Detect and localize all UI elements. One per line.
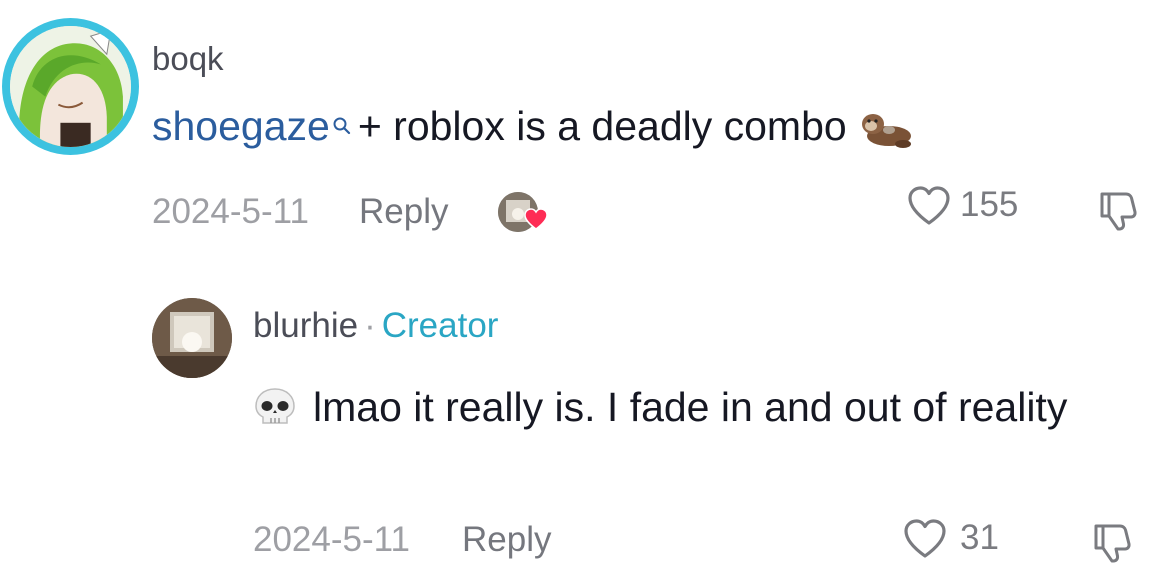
reply-text: lmao it really is. I fade in and out of … [313, 384, 1068, 430]
commenter-username[interactable]: boqk [152, 42, 224, 75]
creator-liked-badge [498, 192, 549, 232]
comment-body: shoegaze + roblox is a deadly combo [152, 106, 915, 150]
reply-reply-button[interactable]: Reply [462, 522, 551, 557]
reply-meta: 2024-5-11 Reply [253, 522, 551, 557]
skull-emoji-icon [253, 382, 297, 424]
like-count: 155 [960, 185, 1019, 224]
reply-header: blurhie · Creator [253, 308, 498, 343]
search-term-link[interactable]: shoegaze [152, 106, 330, 147]
reply-username[interactable]: blurhie [253, 306, 358, 345]
liked-heart-icon [524, 208, 549, 230]
reply-like-group: 31 [902, 517, 999, 559]
reply-date: 2024-5-11 [253, 520, 410, 559]
like-group: 155 [906, 184, 1018, 226]
comment-text: + roblox is a deadly combo [357, 103, 847, 149]
comment-thread: boqk shoegaze + roblox is a deadly combo… [0, 0, 1170, 584]
creator-badge: Creator [381, 306, 499, 345]
separator-dot: · [364, 306, 376, 345]
commenter-avatar[interactable] [2, 18, 139, 155]
search-icon[interactable] [332, 102, 352, 135]
reply-dislike-icon[interactable] [1090, 520, 1134, 564]
comment-meta: 2024-5-11 Reply [152, 190, 549, 232]
reply-body: lmao it really is. I fade in and out of … [253, 376, 1143, 438]
otter-emoji-icon [859, 106, 915, 150]
reply-heart-icon[interactable] [902, 517, 948, 559]
dislike-icon[interactable] [1096, 188, 1140, 232]
comment-date: 2024-5-11 [152, 191, 309, 231]
reply-like-count: 31 [960, 518, 999, 557]
avatar-image [10, 26, 131, 147]
heart-icon[interactable] [906, 184, 952, 226]
reply-avatar[interactable] [152, 298, 232, 378]
reply-button[interactable]: Reply [359, 194, 448, 229]
